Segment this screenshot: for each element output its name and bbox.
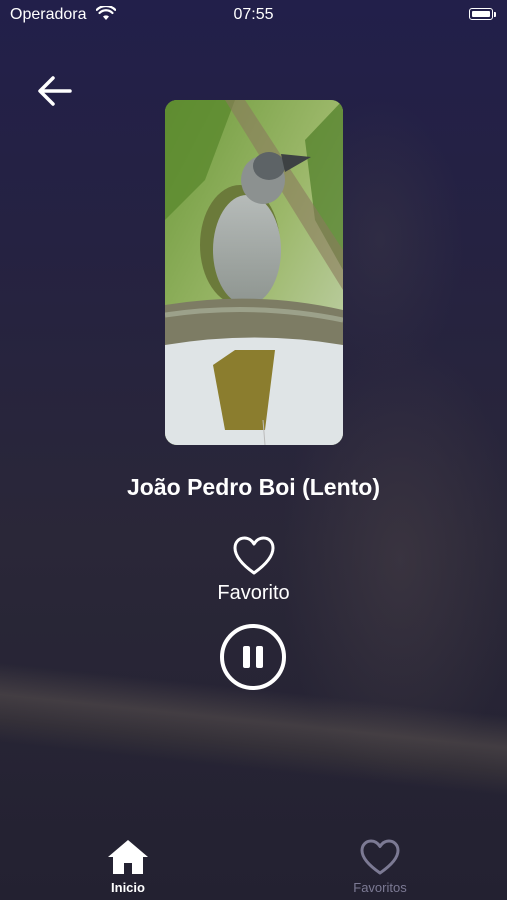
heart-icon — [360, 839, 400, 875]
pause-button[interactable] — [220, 624, 286, 690]
status-bar: Operadora 07:55 — [0, 0, 507, 30]
tab-home[interactable]: Inicio — [78, 838, 178, 895]
home-icon — [108, 840, 148, 874]
clock: 07:55 — [233, 6, 274, 23]
back-arrow-icon — [38, 76, 72, 106]
tab-favorites[interactable]: Favoritos — [330, 838, 430, 895]
track-title: João Pedro Boi (Lento) — [127, 474, 380, 500]
favorite-button[interactable] — [232, 535, 276, 577]
battery-icon — [469, 8, 496, 20]
tab-favorites-label: Favoritos — [353, 880, 407, 895]
bird-photo — [165, 100, 343, 445]
heart-outline-icon — [233, 536, 275, 575]
back-button[interactable] — [36, 72, 74, 110]
tab-home-label: Inicio — [111, 880, 145, 895]
pause-icon — [243, 646, 250, 668]
favorite-label: Favorito — [217, 582, 290, 604]
